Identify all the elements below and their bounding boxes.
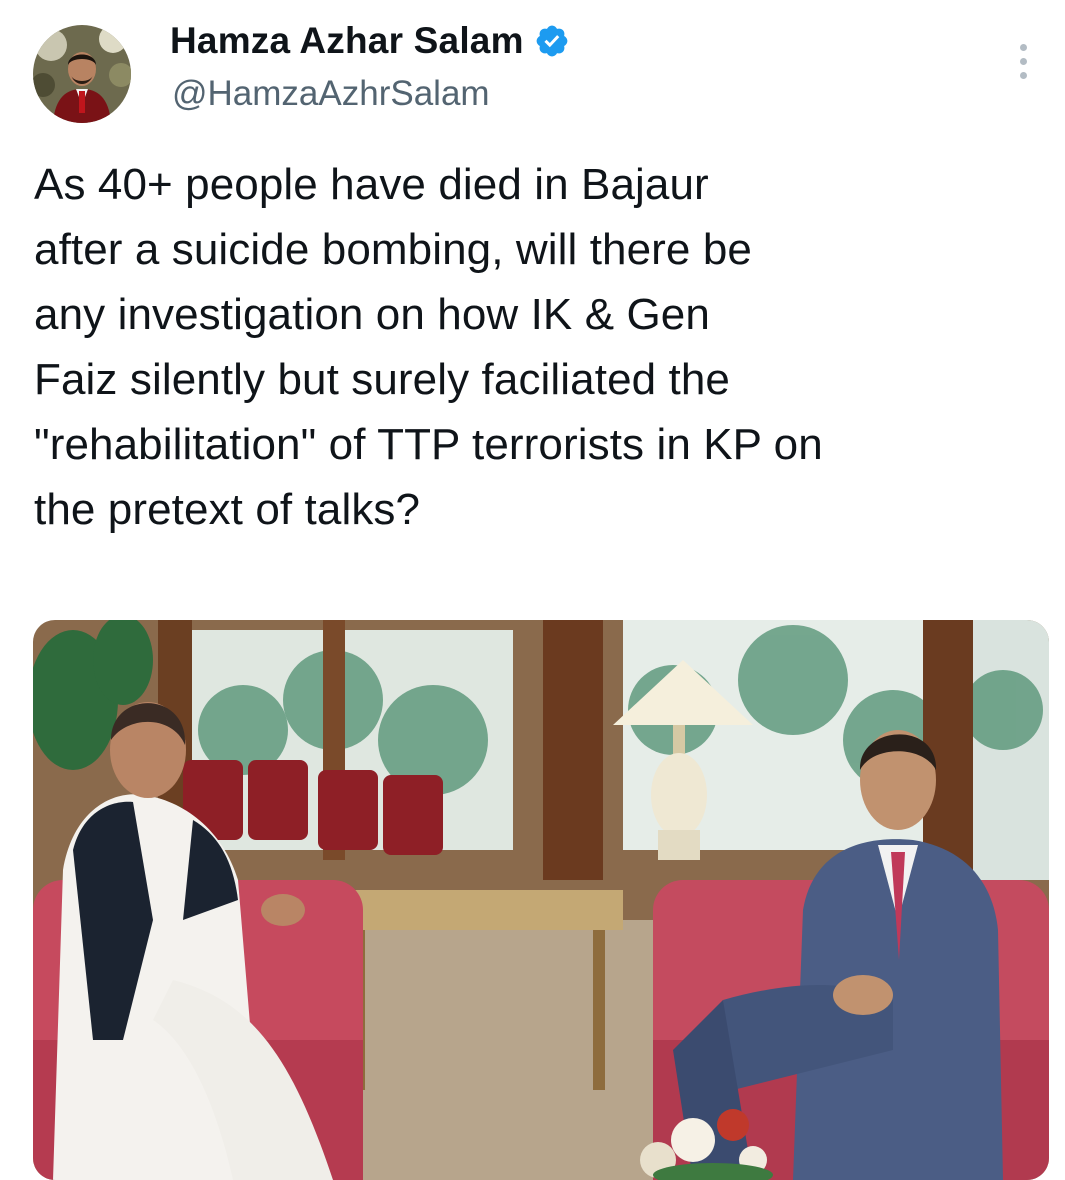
verified-badge-icon [536, 25, 568, 57]
tweet-text-line: As 40+ people have died in Bajaur [34, 160, 709, 209]
more-options-icon[interactable] [1003, 38, 1043, 86]
author-display-name[interactable]: Hamza Azhar Salam [170, 20, 524, 62]
tweet-text-line: after a suicide bombing, will there be [34, 225, 752, 274]
tweet-text-line: the pretext of talks? [34, 485, 421, 534]
avatar-image [33, 25, 131, 123]
meeting-photo [33, 620, 1049, 1180]
author-avatar[interactable] [33, 25, 131, 123]
tweet-text-line: "rehabilitation" of TTP terrorists in KP… [34, 420, 823, 469]
tweet-text: As 40+ people have died in Bajaur after … [34, 152, 1054, 542]
tweet-media-photo[interactable] [33, 620, 1049, 1180]
tweet-text-line: any investigation on how IK & Gen [34, 290, 710, 339]
author-handle[interactable]: @HamzaAzhrSalam [172, 74, 490, 114]
tweet-card[interactable]: Hamza Azhar Salam @HamzaAzhrSalam As 40+… [0, 0, 1065, 1180]
tweet-text-line: Faiz silently but surely faciliated the [34, 355, 730, 404]
